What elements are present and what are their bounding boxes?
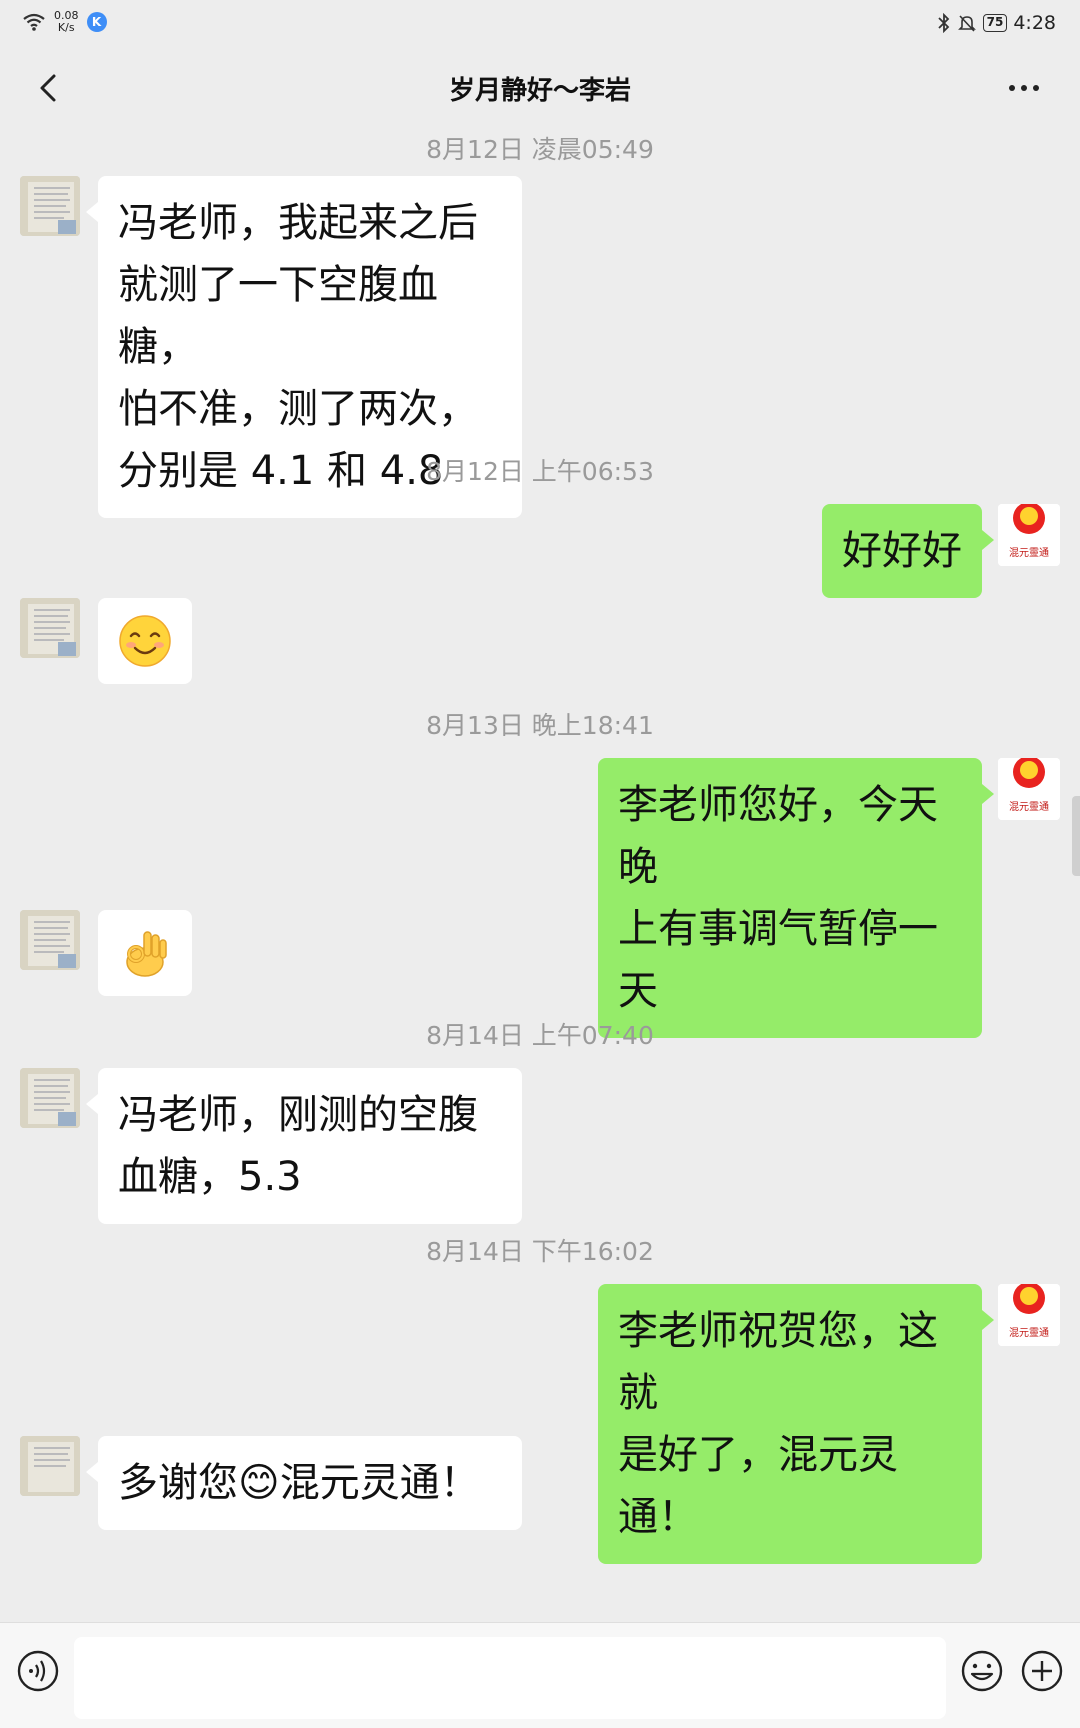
app-notification-icon: K [86,12,107,32]
status-time: 4:28 [1013,12,1056,34]
chat-title: 岁月静好～李岩 [448,76,631,106]
message-timestamp: 8月14日 上午07:40 [426,1021,654,1050]
emoji-icon[interactable] [960,1649,1004,1693]
message-text: 冯老师，刚测的空腹 血糖，5.3 [118,1092,478,1200]
contact-avatar[interactable] [20,1068,80,1128]
avatar-seal-text: 混元靈通 [1009,1327,1049,1339]
status-left: 0.08 K/s K [22,10,107,34]
contact-avatar[interactable] [20,598,80,658]
contact-avatar[interactable] [20,176,80,236]
network-speed-unit: K/s [57,21,75,34]
message-text: 好好好 [842,528,962,574]
my-avatar[interactable]: 混元靈通 [998,504,1060,566]
contact-avatar[interactable] [20,1436,80,1496]
battery-indicator: 75 [982,14,1008,32]
message-bubble-received[interactable] [98,598,192,684]
message-bubble-received[interactable] [98,910,192,996]
scrollbar-handle[interactable] [1072,796,1080,876]
message-list[interactable]: 8月12日 凌晨05:49 冯老师，我起来之后 就测了一下空腹血糖， 怕不准，测… [0,130,1080,1622]
message-bubble-sent[interactable]: 李老师祝贺您，这就 是好了，混元灵通！ [598,1284,994,1564]
message-timestamp: 8月12日 上午06:53 [426,457,654,486]
voice-input-icon[interactable] [16,1649,60,1693]
message-text: 李老师您好，今天晚 上有事调气暂停一天 [618,782,938,1014]
bluetooth-icon [937,13,949,33]
message-bubble-received[interactable]: 冯老师，刚测的空腹 血糖，5.3 [86,1068,522,1224]
contact-avatar[interactable] [20,910,80,970]
message-text: 多谢您😊混元灵通！ [118,1460,480,1506]
avatar-seal-text: 混元靈通 [1009,547,1049,559]
input-bar [0,1622,1080,1728]
bell-muted-icon [957,15,976,32]
message-bubble-received[interactable]: 多谢您😊混元灵通！ [86,1436,522,1530]
message-timestamp: 8月13日 晚上18:41 [426,711,654,740]
message-text: 李老师祝贺您，这就 是好了，混元灵通！ [618,1308,938,1540]
status-right: 75 4:28 [937,12,1056,34]
message-input[interactable] [74,1637,946,1719]
message-timestamp: 8月12日 凌晨05:49 [426,135,654,164]
my-avatar[interactable]: 混元靈通 [998,758,1060,820]
message-bubble-sent[interactable]: 李老师您好，今天晚 上有事调气暂停一天 [598,758,994,1038]
message-timestamp: 8月14日 下午16:02 [426,1237,654,1266]
chat-header: 岁月静好～李岩 [0,50,1080,130]
more-options-icon[interactable] [1002,66,1046,110]
network-speed: 0.08 K/s [54,10,79,34]
plus-icon[interactable] [1020,1649,1064,1693]
my-avatar[interactable]: 混元靈通 [998,1284,1060,1346]
message-bubble-sent[interactable]: 好好好 [822,504,994,598]
smiling-face-emoji-icon [119,615,171,667]
status-bar: 0.08 K/s K 75 4:28 [0,0,1080,50]
avatar-seal-text: 混元靈通 [1009,801,1049,813]
wifi-icon [23,13,45,31]
ok-hand-emoji-icon [126,931,167,977]
